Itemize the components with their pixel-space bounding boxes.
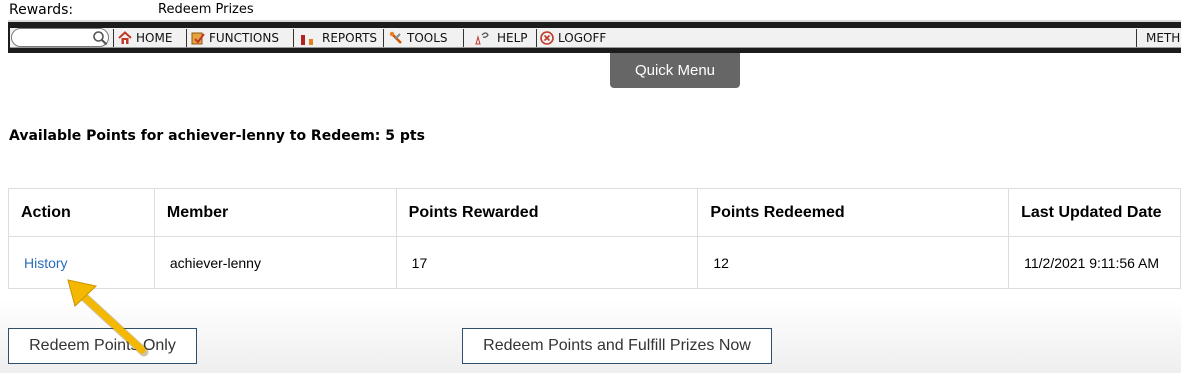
main-navbar: HOME FUNCTIONS REPORTS TOOLS HELP LOGOFF… <box>8 20 1181 53</box>
nav-separator <box>293 29 294 47</box>
help-icon <box>475 32 489 45</box>
home-icon <box>118 31 132 44</box>
search-input[interactable] <box>11 28 109 47</box>
header-points-rewarded: Points Rewarded <box>395 188 699 237</box>
nav-tools-label: TOOLS <box>407 31 448 45</box>
header-last-updated: Last Updated Date <box>1008 188 1181 237</box>
nav-reports-label: REPORTS <box>322 31 378 45</box>
nav-logoff-label: LOGOFF <box>558 31 607 45</box>
logoff-icon <box>540 31 554 45</box>
nav-functions[interactable]: FUNCTIONS <box>191 28 279 48</box>
cell-last-updated: 11/2/2021 9:11:56 AM <box>1008 236 1181 289</box>
points-table: Action Member Points Rewarded Points Red… <box>8 188 1181 289</box>
nav-reports[interactable]: REPORTS <box>296 28 377 48</box>
redeem-and-fulfill-button[interactable]: Redeem Points and Fulfill Prizes Now <box>462 328 772 364</box>
section-label: Rewards: <box>9 2 74 18</box>
table-header-row: Action Member Points Rewarded Points Red… <box>8 188 1181 237</box>
nav-separator <box>463 29 464 47</box>
nav-separator <box>536 29 537 47</box>
nav-logoff[interactable]: LOGOFF <box>540 28 606 48</box>
header-points-redeemed: Points Redeemed <box>697 188 1010 237</box>
quick-menu-button[interactable]: Quick Menu <box>610 53 740 88</box>
page-label: Redeem Prizes <box>158 2 254 17</box>
nav-separator <box>113 29 114 47</box>
nav-home-label: HOME <box>136 31 173 45</box>
nav-help-label: HELP <box>497 31 528 45</box>
nav-help[interactable]: HELP <box>469 28 528 48</box>
table-row: History achiever-lenny 17 12 11/2/2021 9… <box>8 236 1181 289</box>
annotation-arrow-icon <box>67 279 149 357</box>
nav-separator <box>383 29 384 47</box>
nav-functions-label: FUNCTIONS <box>209 31 279 45</box>
nav-tools[interactable]: TOOLS <box>389 28 448 48</box>
header-action: Action <box>8 188 155 237</box>
top-header: Rewards: Redeem Prizes <box>0 0 1181 20</box>
cell-points-redeemed: 12 <box>697 236 1010 289</box>
available-points-message: Available Points for achiever-lenny to R… <box>9 128 425 144</box>
nav-separator <box>1136 29 1137 47</box>
cell-points-rewarded: 17 <box>395 236 699 289</box>
cell-member: achiever-lenny <box>153 236 397 289</box>
history-link[interactable]: History <box>24 255 68 271</box>
tools-icon <box>389 31 402 44</box>
nav-separator <box>186 29 187 47</box>
nav-home[interactable]: HOME <box>118 28 172 48</box>
functions-icon <box>191 32 205 45</box>
reports-icon <box>301 35 313 45</box>
navbar-strip: HOME FUNCTIONS REPORTS TOOLS HELP LOGOFF… <box>10 28 1181 48</box>
nav-methods-label: METH <box>1146 31 1181 45</box>
header-member: Member <box>153 188 397 237</box>
nav-methods[interactable]: METH <box>1146 28 1180 48</box>
search-icon[interactable] <box>92 30 108 46</box>
